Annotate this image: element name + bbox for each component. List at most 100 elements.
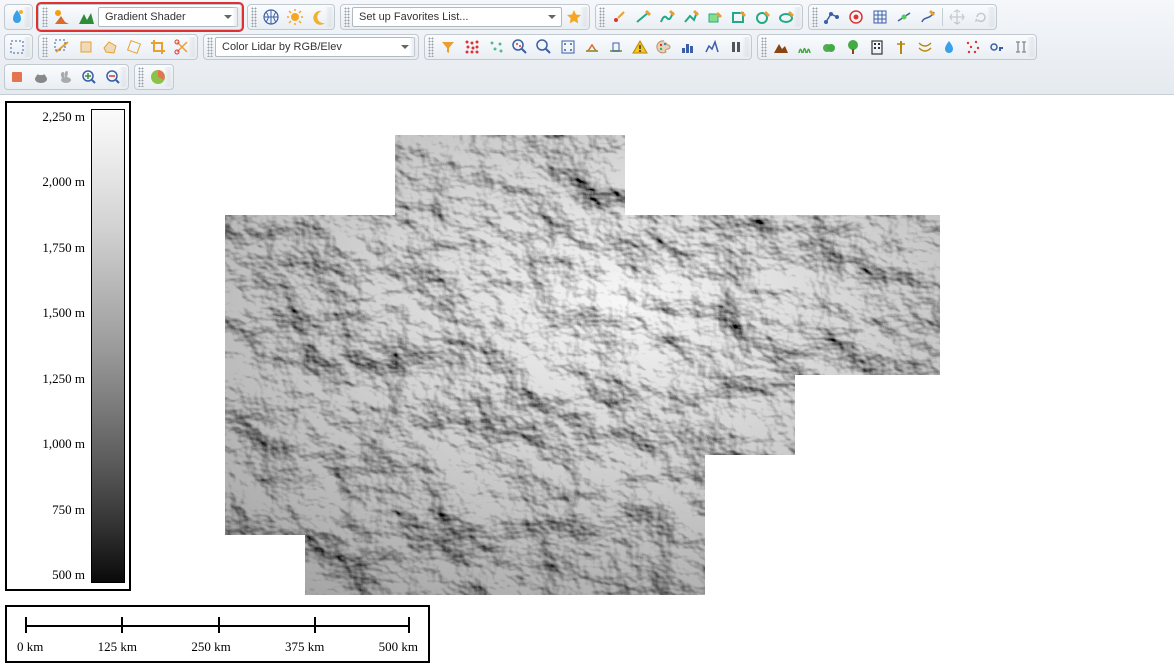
lidar-group: Color Lidar by RGB/Elev (203, 34, 419, 60)
grid-edit-icon[interactable] (868, 6, 892, 28)
globe-icon[interactable] (259, 6, 283, 28)
crop-icon[interactable] (146, 36, 170, 58)
bracket-icon[interactable] (1009, 36, 1033, 58)
lighting-group (247, 4, 335, 30)
selection-group (4, 34, 33, 60)
classify-nonground-icon[interactable] (604, 36, 628, 58)
building-icon[interactable] (865, 36, 889, 58)
toolbar-row-3 (0, 62, 1174, 92)
select-rotate-icon[interactable] (122, 36, 146, 58)
warning-icon[interactable] (628, 36, 652, 58)
scale-bar: 0 km 125 km 250 km 375 km 500 km (5, 605, 430, 663)
histogram-icon[interactable] (676, 36, 700, 58)
grass-icon[interactable] (793, 36, 817, 58)
pause-icon[interactable] (724, 36, 748, 58)
legend-tick: 500 m (11, 567, 85, 583)
sun-icon[interactable] (283, 6, 307, 28)
rabbit-icon[interactable] (53, 66, 77, 88)
select-poly-icon[interactable] (98, 36, 122, 58)
filter-icon[interactable] (436, 36, 460, 58)
draw-point-icon[interactable] (607, 6, 631, 28)
toolbar-grip[interactable] (207, 37, 213, 57)
reshape-icon[interactable] (916, 6, 940, 28)
legend-tick: 1,000 m (11, 436, 85, 452)
legend-labels: 2,250 m 2,000 m 1,750 m 1,500 m 1,250 m … (11, 109, 91, 583)
favorites-dropdown[interactable]: Set up Favorites List... (352, 7, 562, 27)
draw-trace-icon[interactable] (679, 6, 703, 28)
toolbar-grip[interactable] (761, 37, 767, 57)
grid-points-icon[interactable] (556, 36, 580, 58)
toolbar-grip[interactable] (812, 7, 818, 27)
target-icon[interactable] (844, 6, 868, 28)
terrain-shader-icon[interactable] (74, 6, 98, 28)
edit-group-1 (808, 4, 997, 30)
draw-rect-icon[interactable] (727, 6, 751, 28)
water-drop-icon[interactable] (937, 36, 961, 58)
stop-icon[interactable] (5, 66, 29, 88)
insert-vertex-icon[interactable] (892, 6, 916, 28)
noise-icon[interactable] (961, 36, 985, 58)
pole-icon[interactable] (889, 36, 913, 58)
pie-chart-icon[interactable] (146, 66, 170, 88)
legend-tick: 750 m (11, 502, 85, 518)
separator (942, 8, 943, 26)
draw-line-icon[interactable] (631, 6, 655, 28)
toolbar-grip[interactable] (428, 37, 434, 57)
zoom-in-icon[interactable] (77, 66, 101, 88)
feature-select-group (38, 34, 198, 60)
zoom-out-icon[interactable] (101, 66, 125, 88)
legend-tick: 1,500 m (11, 305, 85, 321)
profile-icon[interactable] (700, 36, 724, 58)
toolbar-grip[interactable] (344, 7, 350, 27)
points-zoom-icon[interactable] (508, 36, 532, 58)
toolbar-grip[interactable] (42, 7, 48, 27)
draw-freehand-icon[interactable] (655, 6, 679, 28)
scale-label: 250 km (191, 639, 230, 655)
bush-icon[interactable] (817, 36, 841, 58)
mountain-icon[interactable] (769, 36, 793, 58)
move-vertex-icon[interactable] (820, 6, 844, 28)
scale-label: 500 km (379, 639, 418, 655)
legend-tick: 2,250 m (11, 109, 85, 125)
elevation-legend: 2,250 m 2,000 m 1,750 m 1,500 m 1,250 m … (5, 101, 131, 591)
palette-icon[interactable] (652, 36, 676, 58)
toolbar-row-2: Color Lidar by RGB/Elev (0, 32, 1174, 62)
pie-group (134, 64, 174, 90)
misc-group-3 (4, 64, 129, 90)
scale-label: 375 km (285, 639, 324, 655)
toolbar-grip[interactable] (599, 7, 605, 27)
select-line-icon[interactable] (50, 36, 74, 58)
toolbar-grip[interactable] (251, 7, 257, 27)
points-sparse-icon[interactable] (484, 36, 508, 58)
cut-icon[interactable] (170, 36, 194, 58)
moon-icon[interactable] (307, 6, 331, 28)
key-icon[interactable] (985, 36, 1009, 58)
tree-icon[interactable] (841, 36, 865, 58)
star-icon[interactable] (562, 6, 586, 28)
digitize-group-1 (595, 4, 803, 30)
lidar-color-dropdown[interactable]: Color Lidar by RGB/Elev (215, 37, 415, 57)
legend-tick: 2,000 m (11, 174, 85, 190)
draw-area-icon[interactable] (703, 6, 727, 28)
terrain-raster (145, 105, 940, 595)
toolbar-grip[interactable] (138, 67, 144, 87)
map-viewport[interactable]: 2,250 m 2,000 m 1,750 m 1,500 m 1,250 m … (0, 95, 1174, 663)
point-search-icon[interactable] (532, 36, 556, 58)
draw-ellipse-icon[interactable] (775, 6, 799, 28)
rotate-icon[interactable] (969, 6, 993, 28)
toolbar-grip[interactable] (42, 37, 48, 57)
select-move-icon[interactable] (945, 6, 969, 28)
draw-circle-icon[interactable] (751, 6, 775, 28)
select-area-icon[interactable] (74, 36, 98, 58)
select-icon[interactable] (5, 36, 29, 58)
toolbar-row-1: Gradient Shader Set up Favorites List... (0, 2, 1174, 32)
powerline-icon[interactable] (913, 36, 937, 58)
classify-ground-icon[interactable] (580, 36, 604, 58)
shader-dropdown[interactable]: Gradient Shader (98, 7, 238, 27)
scale-label: 125 km (98, 639, 137, 655)
water-icon[interactable] (5, 6, 29, 28)
hippo-icon[interactable] (29, 66, 53, 88)
legend-color-ramp (91, 109, 125, 583)
points-dense-icon[interactable] (460, 36, 484, 58)
hillshade-toggle-icon[interactable] (50, 6, 74, 28)
